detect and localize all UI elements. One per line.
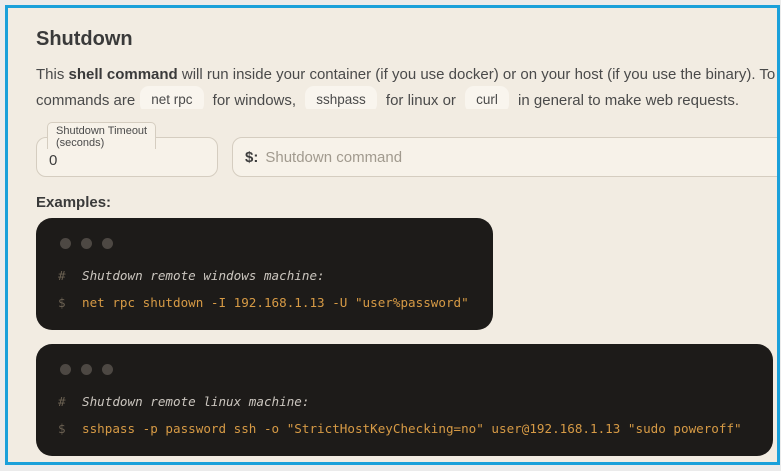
intro-segment: commands are	[36, 92, 135, 109]
terminal-dot-icon	[102, 364, 113, 375]
dollar-prompt-prefix: $:	[245, 149, 258, 166]
page-title: Shutdown	[36, 28, 777, 51]
terminal-dot-icon	[60, 238, 71, 249]
shutdown-command-inputbox[interactable]: $:	[232, 137, 780, 177]
dollar-prompt: $	[58, 415, 82, 442]
code-command-line: $net rpc shutdown -I 192.168.1.13 -U "us…	[58, 289, 473, 316]
intro-text-line2: commands are net rpc for windows, sshpass…	[36, 86, 777, 109]
example-code-block-linux: #Shutdown remote linux machine: $sshpass…	[36, 344, 773, 456]
shutdown-settings-panel: Shutdown This shell command will run ins…	[5, 5, 780, 465]
inline-code-net-rpc: net rpc	[140, 86, 203, 109]
terminal-dot-icon	[81, 238, 92, 249]
code-comment-text: Shutdown remote windows machine:	[82, 262, 325, 289]
code-command-text: sshpass -p password ssh -o "StrictHostKe…	[82, 415, 742, 442]
terminal-window-dots	[60, 364, 753, 375]
code-comment-line: #Shutdown remote windows machine:	[58, 262, 473, 289]
code-comment-text: Shutdown remote linux machine:	[82, 388, 309, 415]
timeout-label-line2: (seconds)	[56, 137, 147, 149]
timeout-label: Shutdown Timeout (seconds)	[47, 122, 156, 149]
intro-segment: This	[36, 66, 69, 83]
intro-segment: in general to make web requests.	[514, 92, 739, 109]
dollar-prompt: $	[58, 289, 82, 316]
timeout-field: Shutdown Timeout (seconds)	[36, 137, 218, 177]
example-code-block-windows: #Shutdown remote windows machine: $net r…	[36, 218, 493, 330]
code-command-text: net rpc shutdown -I 192.168.1.13 -U "use…	[82, 289, 469, 316]
examples-heading: Examples:	[36, 194, 777, 211]
code-comment-line: #Shutdown remote linux machine:	[58, 388, 753, 415]
intro-segment: will run inside your container (if you u…	[178, 66, 776, 83]
inline-code-sshpass: sshpass	[305, 86, 377, 109]
terminal-dot-icon	[102, 238, 113, 249]
terminal-dot-icon	[81, 364, 92, 375]
intro-segment: for windows,	[209, 92, 301, 109]
code-command-line: $sshpass -p password ssh -o "StrictHostK…	[58, 415, 753, 442]
terminal-dot-icon	[60, 364, 71, 375]
timeout-label-line1: Shutdown Timeout	[56, 125, 147, 137]
command-field: $:	[232, 137, 780, 177]
shutdown-form-row: Shutdown Timeout (seconds) $:	[36, 137, 777, 177]
intro-text: This shell command will run inside your …	[36, 63, 777, 109]
hash-prompt: #	[58, 262, 82, 289]
hash-prompt: #	[58, 388, 82, 415]
intro-segment: for linux or	[382, 92, 460, 109]
terminal-window-dots	[60, 238, 473, 249]
intro-text-line1: This shell command will run inside your …	[36, 63, 777, 86]
shutdown-command-input[interactable]	[265, 149, 780, 166]
inline-code-curl: curl	[465, 86, 509, 109]
shell-command-emphasis: shell command	[69, 66, 178, 83]
